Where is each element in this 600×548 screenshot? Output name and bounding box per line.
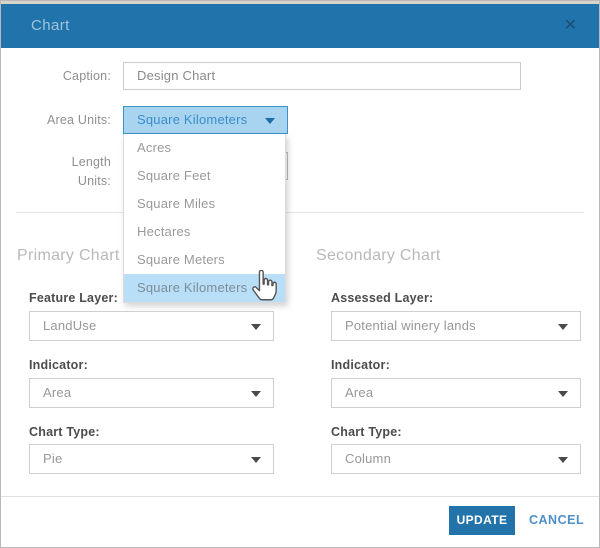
feature-layer-value: LandUse [43,318,96,333]
area-units-select[interactable]: Square Kilometers [123,106,288,134]
caret-down-icon [251,324,261,330]
dropdown-option-square-feet[interactable]: Square Feet [124,162,285,190]
caret-down-icon [265,118,275,124]
dropdown-option-hectares[interactable]: Hectares [124,218,285,246]
assessed-layer-value: Potential winery lands [345,318,476,333]
dropdown-option-square-kilometers[interactable]: Square Kilometers [124,274,285,302]
primary-chart-type-value: Pie [43,451,62,466]
primary-chart-type-select[interactable]: Pie [29,444,274,474]
secondary-indicator-select[interactable]: Area [331,378,581,408]
dropdown-option-square-miles[interactable]: Square Miles [124,190,285,218]
length-units-label: Length Units: [1,153,111,191]
primary-chart-heading: Primary Chart [17,247,120,265]
close-icon[interactable]: ✕ [564,4,577,48]
secondary-chart-type-select[interactable]: Column [331,444,581,474]
length-units-label-line1: Length [72,155,111,169]
area-units-value: Square Kilometers [137,112,247,127]
update-button[interactable]: UPDATE [449,506,515,535]
assessed-layer-label: Assessed Layer: [331,291,433,305]
secondary-indicator-value: Area [345,385,373,400]
units-dropdown-list: Acres Square Feet Square Miles Hectares … [123,134,286,303]
cancel-button[interactable]: CANCEL [529,506,584,535]
caret-down-icon [251,457,261,463]
feature-layer-label: Feature Layer: [29,291,118,305]
footer-divider [1,496,599,497]
dialog-title: Chart [31,4,70,48]
caption-input[interactable]: Design Chart [123,62,521,90]
primary-indicator-select[interactable]: Area [29,378,274,408]
caret-down-icon [558,391,568,397]
assessed-layer-select[interactable]: Potential winery lands [331,311,581,341]
caption-label: Caption: [1,69,111,83]
length-units-label-line2: Units: [78,174,111,188]
section-divider [16,212,584,213]
area-units-label: Area Units: [1,113,111,127]
dropdown-option-acres[interactable]: Acres [124,134,285,162]
primary-indicator-label: Indicator: [29,358,88,372]
primary-chart-type-label: Chart Type: [29,425,100,439]
caret-down-icon [558,324,568,330]
caret-down-icon [251,391,261,397]
chart-dialog: Chart ✕ Caption: Design Chart Area Units… [0,0,600,548]
secondary-chart-type-label: Chart Type: [331,425,402,439]
secondary-chart-heading: Secondary Chart [316,247,441,265]
feature-layer-select[interactable]: LandUse [29,311,274,341]
dropdown-option-square-meters[interactable]: Square Meters [124,246,285,274]
primary-indicator-value: Area [43,385,71,400]
caret-down-icon [558,457,568,463]
secondary-indicator-label: Indicator: [331,358,390,372]
dialog-header: Chart ✕ [1,4,599,48]
secondary-chart-type-value: Column [345,451,391,466]
